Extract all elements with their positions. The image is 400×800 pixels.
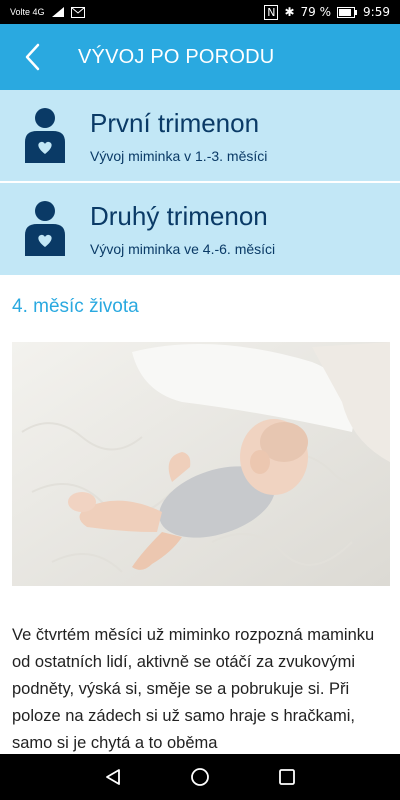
circle-home-icon	[191, 768, 209, 786]
status-bar: Volte 4G N ✱ 79 % 9:59	[0, 0, 400, 24]
clock: 9:59	[363, 5, 390, 19]
battery-percent: 79 %	[300, 5, 332, 19]
app-bar: VÝVOJ PO PORODU	[0, 24, 400, 90]
article-text: Ve čtvrtém měsíci už miminko rozpozná ma…	[12, 626, 375, 752]
square-recents-icon	[278, 769, 295, 785]
trimester-item-first[interactable]: První trimenon Vývoj miminka v 1.-3. měs…	[0, 90, 400, 182]
nfc-icon: N	[264, 4, 279, 20]
page-title: VÝVOJ PO PORODU	[78, 45, 275, 68]
mail-icon	[70, 6, 85, 18]
chevron-left-icon	[25, 43, 40, 71]
carrier-label: Volte 4G	[10, 7, 45, 17]
nav-back-button[interactable]	[93, 757, 133, 797]
back-button[interactable]	[0, 24, 64, 90]
trimester-subtitle: Vývoj miminka ve 4.-6. měsíci	[90, 241, 276, 257]
triangle-back-icon	[106, 769, 121, 785]
bluetooth-icon: ✱	[284, 5, 295, 19]
nav-home-button[interactable]	[180, 757, 220, 797]
trimester-title: Druhý trimenon	[90, 201, 268, 231]
trimester-subtitle: Vývoj miminka v 1.-3. měsíci	[90, 147, 268, 164]
trimester-item-second[interactable]: Druhý trimenon Vývoj miminka ve 4.-6. mě…	[0, 183, 400, 275]
section-heading: 4. měsíc života	[12, 296, 139, 317]
system-nav-bar	[0, 754, 400, 800]
battery-icon	[337, 6, 358, 18]
nav-recents-button[interactable]	[267, 757, 307, 797]
trimester-title: První trimenon	[90, 107, 260, 138]
mother-heart-icon	[25, 107, 65, 163]
signal-icon	[51, 7, 64, 17]
mother-heart-icon	[25, 201, 65, 256]
baby-photo	[12, 342, 390, 586]
